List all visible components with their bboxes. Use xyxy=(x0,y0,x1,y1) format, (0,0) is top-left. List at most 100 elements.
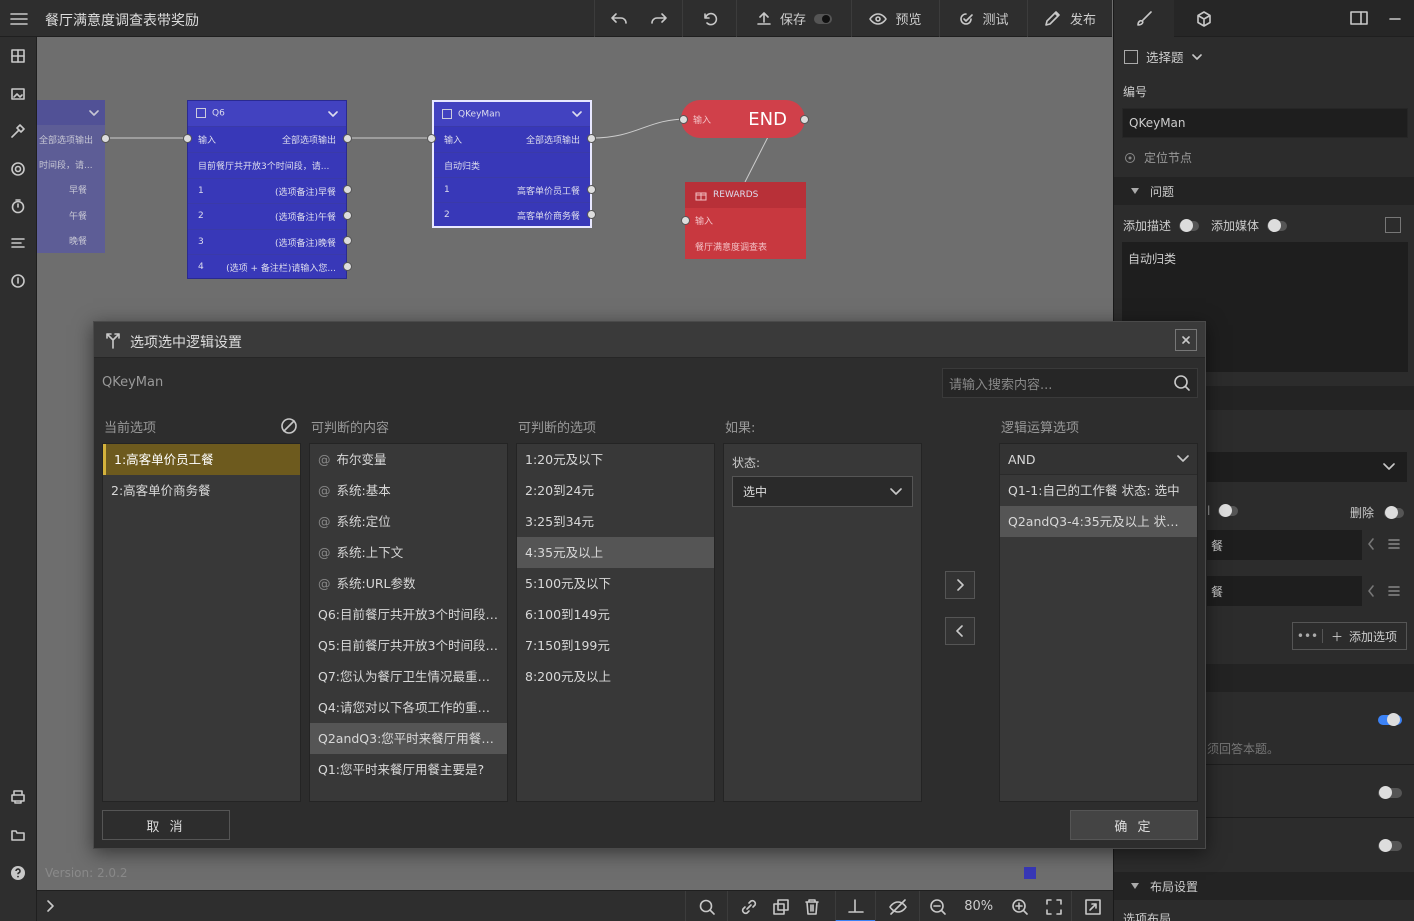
list-item[interactable]: Q4:请您对以下各项工作的重要性... xyxy=(310,692,507,723)
output-port[interactable] xyxy=(101,134,110,143)
brush-icon[interactable] xyxy=(1114,0,1174,37)
output-port[interactable] xyxy=(343,134,352,143)
input-port[interactable] xyxy=(427,134,436,143)
id-input[interactable]: QKeyMan xyxy=(1122,108,1408,138)
cancel-button[interactable]: 取 消 xyxy=(102,810,230,840)
chevron-down-icon[interactable] xyxy=(37,100,105,125)
eye-off-icon[interactable] xyxy=(875,891,919,921)
output-port[interactable] xyxy=(343,262,352,271)
delete-toggle[interactable] xyxy=(1384,505,1405,519)
add-media-toggle[interactable] xyxy=(1267,218,1288,232)
setting-toggle[interactable] xyxy=(1378,785,1402,799)
output-port[interactable] xyxy=(343,211,352,220)
option-toggle[interactable] xyxy=(1218,504,1239,517)
output-port[interactable] xyxy=(800,115,809,124)
add-desc-toggle[interactable] xyxy=(1179,218,1200,232)
output-port[interactable] xyxy=(587,210,596,219)
more-icon[interactable]: ••• xyxy=(1293,629,1323,643)
select-dropdown[interactable] xyxy=(1207,452,1407,482)
list-item[interactable]: Q5:目前餐厅共开放3个时间段，请... xyxy=(310,630,507,661)
list-item[interactable]: 7:150到199元 xyxy=(517,630,714,661)
list-item[interactable]: 4:35元及以上 xyxy=(517,537,714,568)
list-item[interactable]: 5:100元及以下 xyxy=(517,568,714,599)
output-port[interactable] xyxy=(343,185,352,194)
logic-item[interactable]: Q2andQ3-4:35元及以上 状态: 选中 xyxy=(1000,506,1197,537)
search-icon[interactable] xyxy=(1173,374,1191,392)
undo-icon[interactable] xyxy=(610,12,628,26)
list-item[interactable]: 1:高客单价员工餐 xyxy=(103,444,300,475)
fit-screen-icon[interactable] xyxy=(1046,898,1063,915)
qkeyman-node[interactable]: QKeyMan 输入 全部选项输出 自动归类 1 高客单价员工餐 2 高客单价商务餐 xyxy=(432,100,592,228)
list-item[interactable]: 6:100到149元 xyxy=(517,599,714,630)
refresh-button[interactable] xyxy=(682,0,736,37)
close-icon[interactable] xyxy=(1175,329,1197,351)
list-item[interactable]: @ 系统:定位 xyxy=(310,506,507,537)
output-port[interactable] xyxy=(343,236,352,245)
align-icon[interactable] xyxy=(835,891,875,921)
add-condition-button[interactable] xyxy=(945,571,975,599)
search-input[interactable]: 请输入搜索内容... xyxy=(942,368,1198,398)
output-port[interactable] xyxy=(587,185,596,194)
at-icon[interactable] xyxy=(6,157,30,181)
question-type-select[interactable]: 选择题 xyxy=(1124,47,1202,66)
list-item[interactable]: 3:25到34元 xyxy=(517,506,714,537)
logic-operator-select[interactable]: AND xyxy=(1000,444,1197,475)
folder-icon[interactable] xyxy=(6,823,30,847)
setting-toggle[interactable] xyxy=(1378,838,1402,852)
input-port[interactable] xyxy=(679,115,688,124)
option-input[interactable]: 餐 xyxy=(1207,530,1362,560)
help-icon[interactable] xyxy=(6,861,30,885)
drag-handle-icon[interactable] xyxy=(1388,585,1400,597)
add-option-button[interactable]: ＋ 添加选项 xyxy=(1323,628,1397,645)
locate-node-button[interactable]: 定位节点 xyxy=(1124,149,1192,166)
rich-text-checkbox[interactable] xyxy=(1385,217,1401,233)
chevron-left-icon[interactable] xyxy=(1366,584,1376,598)
menu-icon[interactable] xyxy=(0,0,37,37)
publish-button[interactable]: 发布 xyxy=(1027,0,1112,37)
node-checkbox[interactable] xyxy=(196,108,206,119)
search-icon[interactable] xyxy=(685,891,727,921)
question-section-header[interactable]: 问题 xyxy=(1114,177,1414,205)
zoom-out-icon[interactable] xyxy=(929,898,947,916)
chevron-down-icon[interactable] xyxy=(572,111,582,117)
clear-icon[interactable] xyxy=(280,417,298,435)
required-toggle[interactable] xyxy=(1378,712,1402,726)
list-item[interactable]: Q6:目前餐厅共开放3个时间段，请... xyxy=(310,599,507,630)
autosave-toggle[interactable] xyxy=(814,13,832,24)
list-item[interactable]: 1:20元及以下 xyxy=(517,444,714,475)
chevron-left-icon[interactable] xyxy=(1366,537,1376,551)
minimize-icon[interactable] xyxy=(1388,10,1402,26)
printer-icon[interactable] xyxy=(6,785,30,809)
list-item[interactable]: Q7:您认为餐厅卫生情况最重要的... xyxy=(310,661,507,692)
text-align-icon[interactable] xyxy=(6,231,30,255)
target-icon[interactable] xyxy=(6,269,30,293)
node-checkbox[interactable] xyxy=(442,108,452,119)
copy-icon[interactable] xyxy=(772,898,790,916)
image-icon[interactable] xyxy=(6,82,30,106)
end-node[interactable]: 输入 END xyxy=(681,100,805,138)
list-item[interactable]: @ 系统:URL参数 xyxy=(310,568,507,599)
state-select[interactable]: 选中 xyxy=(732,476,913,507)
split-view-icon[interactable] xyxy=(1350,10,1368,26)
list-item[interactable]: 8:200元及以上 xyxy=(517,661,714,692)
q6-node[interactable]: Q6 输入 全部选项输出 目前餐厅共开放3个时间段，请... 1 (选项备注)早餐 … xyxy=(187,100,347,279)
list-item[interactable]: Q2andQ3:您平时来餐厅用餐的... xyxy=(310,723,507,754)
drag-handle-icon[interactable] xyxy=(1388,538,1400,550)
output-port[interactable] xyxy=(587,134,596,143)
option-input[interactable]: 餐 xyxy=(1207,576,1362,606)
list-item[interactable]: 2:高客单价商务餐 xyxy=(103,475,300,506)
list-item[interactable]: @ 系统:基本 xyxy=(310,475,507,506)
input-port[interactable] xyxy=(183,134,192,143)
pipette-icon[interactable] xyxy=(6,119,30,143)
link-icon[interactable] xyxy=(740,898,758,916)
test-button[interactable]: 测试 xyxy=(939,0,1027,37)
partial-question-node[interactable]: 全部选项输出 时间段，请... 早餐 午餐 晚餐 xyxy=(37,100,105,253)
zoom-in-icon[interactable] xyxy=(1011,898,1029,916)
preview-button[interactable]: 预览 xyxy=(851,0,939,37)
save-button[interactable]: 保存 xyxy=(736,0,851,37)
redo-icon[interactable] xyxy=(650,12,668,26)
list-item[interactable]: Q1:您平时来餐厅用餐主要是? xyxy=(310,754,507,785)
input-port[interactable] xyxy=(681,216,690,225)
rewards-node[interactable]: REWARDS 输入 餐厅满意度调查表 xyxy=(685,182,806,259)
list-item[interactable]: @ 布尔变量 xyxy=(310,444,507,475)
